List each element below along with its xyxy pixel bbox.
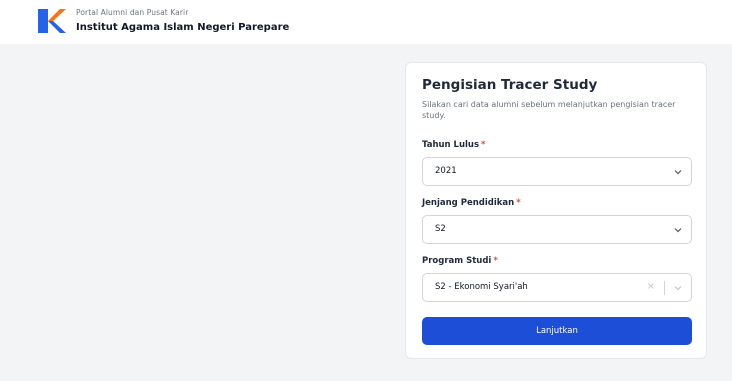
required-mark: * [481,140,486,150]
tahun-lulus-label: Tahun Lulus * [422,140,486,150]
clear-icon[interactable]: × [647,281,655,293]
jenjang-pendidikan-select[interactable]: S2 [422,215,692,244]
select-divider [664,281,665,295]
program-studi-value: S2 - Ekonomi Syari'ah [435,282,528,292]
required-mark: * [516,198,521,208]
brand: Portal Alumni dan Pusat Karir Institut A… [76,8,289,34]
chevron-down-icon [674,170,682,175]
brand-title: Institut Agama Islam Negeri Parepare [76,22,290,33]
chevron-down-icon [674,228,682,233]
chevron-down-icon [674,286,682,291]
form-description: Silakan cari data alumni sebelum melanju… [422,100,676,120]
top-header: Portal Alumni dan Pusat Karir Institut A… [0,0,732,44]
brand-subtitle: Portal Alumni dan Pusat Karir [76,8,189,17]
k-logo-icon [38,9,66,33]
jenjang-pendidikan-value: S2 [435,224,446,234]
jenjang-pendidikan-label: Jenjang Pendidikan * [422,198,521,208]
required-mark: * [493,256,498,266]
form-title: Pengisian Tracer Study [422,77,598,93]
program-studi-label: Program Studi * [422,256,498,266]
tahun-lulus-select[interactable]: 2021 [422,157,692,186]
program-studi-select[interactable]: S2 - Ekonomi Syari'ah × [422,273,692,302]
tahun-lulus-value: 2021 [435,166,457,176]
lanjutkan-button[interactable]: Lanjutkan [422,317,692,345]
tracer-study-card: Pengisian Tracer Study Silakan cari data… [405,62,707,359]
